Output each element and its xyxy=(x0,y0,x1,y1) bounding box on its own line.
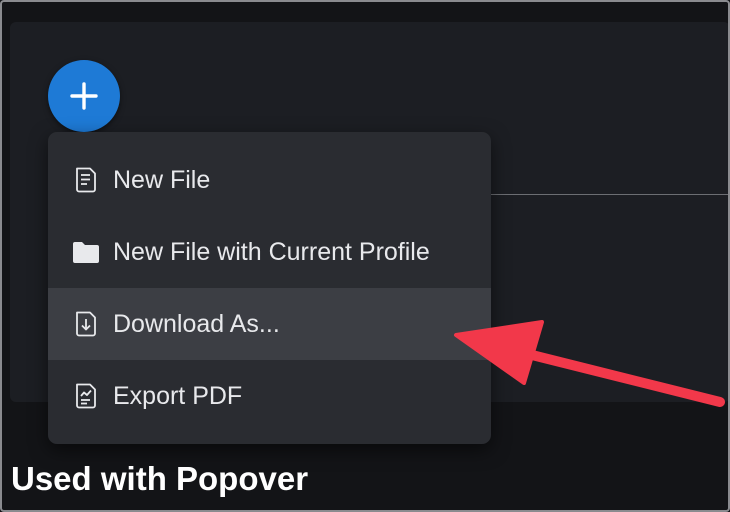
plus-icon xyxy=(70,82,98,110)
menu-item-label: Download As... xyxy=(113,309,280,338)
file-download-icon xyxy=(72,310,100,338)
menu-item-label: New File xyxy=(113,165,211,194)
add-button[interactable] xyxy=(48,60,120,132)
folder-icon xyxy=(72,238,100,266)
menu-item-download-as[interactable]: Download As... xyxy=(48,288,491,360)
section-caption: Used with Popover xyxy=(11,460,309,497)
file-text-icon xyxy=(72,166,100,194)
menu-item-label: New File with Current Profile xyxy=(113,237,430,266)
menu-item-new-file-profile[interactable]: New File with Current Profile xyxy=(48,216,491,288)
popover-menu: New File New File with Current Profile D… xyxy=(48,132,491,444)
menu-item-label: Export PDF xyxy=(113,381,243,410)
file-chart-icon xyxy=(72,382,100,410)
menu-item-new-file[interactable]: New File xyxy=(48,144,491,216)
menu-item-export-pdf[interactable]: Export PDF xyxy=(48,360,491,432)
